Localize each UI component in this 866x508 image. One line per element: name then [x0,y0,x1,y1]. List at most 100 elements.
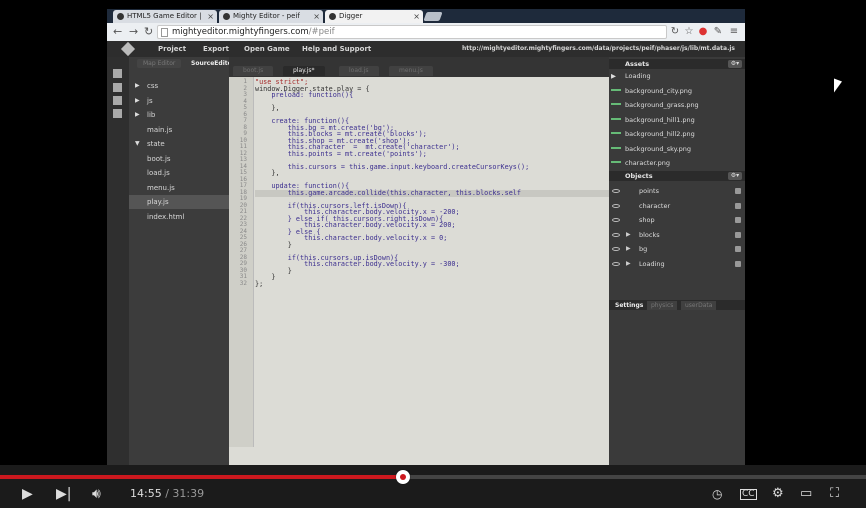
asset-item[interactable]: character.png [609,156,737,171]
play-icon[interactable]: ▶ [22,486,33,502]
collapsed-arrow-icon[interactable]: ▶ [135,108,140,122]
file-icon[interactable] [113,83,122,92]
volume-icon[interactable]: 🔊︎ [92,486,101,502]
file-tree-item[interactable]: menu.js [129,181,229,195]
tool-icon[interactable]: ✎ [712,26,724,38]
file-tree-item[interactable]: index.html [129,210,229,224]
tab-userdata[interactable]: userData [681,301,717,310]
asset-item[interactable]: ▶ Loading [609,69,737,84]
group-arrow-icon[interactable]: ▶ [626,257,631,272]
menu-export[interactable]: Export [203,41,229,57]
browser-tab-2[interactable]: Mighty Editor - peif × [219,10,323,23]
asset-item[interactable]: background_hill2.png [609,127,737,142]
watch-later-icon[interactable]: ◷ [712,486,722,502]
code-line[interactable]: preload: function(){ [255,91,353,98]
menu-help-support[interactable]: Help and Support [302,41,371,57]
group-arrow-icon[interactable]: ▶ [626,242,631,257]
scrubber-handle[interactable] [396,470,410,484]
close-tab-icon[interactable]: × [207,10,214,23]
fullscreen-icon[interactable]: ⛶ [830,486,839,502]
code-line[interactable]: this.cursors = this.game.input.keyboard.… [255,163,529,170]
current-time: 14:55 [130,487,162,500]
captions-icon[interactable]: CC [740,489,757,500]
sync-icon[interactable]: ↻ [669,26,681,38]
tab-menu-js[interactable]: menu.js [389,66,433,76]
file-tree-item[interactable]: ▶ js [129,94,229,108]
visibility-eye-icon[interactable] [612,203,620,208]
file-tree-item[interactable]: play.js [129,195,229,209]
asset-item[interactable]: background_sky.png [609,142,737,157]
object-row[interactable]: ▶ bg [609,242,745,257]
file-tree-item[interactable]: boot.js [129,152,229,166]
close-tab-icon[interactable]: × [313,10,320,23]
group-arrow-icon[interactable]: ▶ [626,228,631,243]
file-tree-item[interactable]: ▼ state [129,137,229,151]
next-icon[interactable]: ▶| [56,486,71,502]
object-label: blocks [639,230,660,239]
browser-tab-1[interactable]: HTML5 Game Editor | × [113,10,217,23]
settings-gear-icon[interactable]: ⚙ [772,486,784,502]
code-line[interactable]: this.points = mt.create('points'); [255,150,427,157]
visibility-eye-icon[interactable] [612,232,620,237]
tab-settings[interactable]: Settings [611,301,648,310]
lock-icon[interactable] [735,246,741,252]
asset-item[interactable]: background_city.png [609,84,737,99]
assets-gear-icon[interactable]: ⚙▾ [728,60,742,68]
reload-icon[interactable]: ↻ [144,25,153,39]
back-icon[interactable]: ← [113,25,122,39]
opera-icon[interactable]: ● [697,26,709,38]
object-row[interactable]: shop [609,213,745,228]
menu-open-game[interactable]: Open Game [244,41,290,57]
url-input[interactable]: mightyeditor.mightyfingers.com/#peif [157,25,667,39]
theater-mode-icon[interactable]: ▭ [800,486,812,502]
asset-thumbnail-icon [611,88,621,91]
lock-icon[interactable] [735,231,741,238]
visibility-eye-icon[interactable] [612,247,620,251]
lock-icon[interactable] [735,188,741,194]
current-file-path: http://mightyeditor.mightyfingers.com/da… [462,45,735,52]
address-bar: ← → ↻ mightyeditor.mightyfingers.com/#pe… [107,23,745,41]
collapsed-arrow-icon[interactable]: ▶ [135,94,140,108]
menu-icon[interactable]: ≡ [728,26,740,38]
object-row[interactable]: ▶ Loading [609,257,745,272]
objects-gear-icon[interactable]: ⚙▾ [728,172,742,180]
code-line[interactable]: }, [255,169,279,176]
code-editor[interactable]: boot.js play.js* load.js menu.js 1234567… [229,57,609,465]
file-tree-item[interactable]: main.js [129,123,229,137]
visibility-eye-icon[interactable] [612,189,620,193]
asset-item[interactable]: background_hill1.png [609,113,737,128]
code-line[interactable]: }, [255,104,279,111]
asset-item[interactable]: background_grass.png [609,98,737,113]
browser-tab-3[interactable]: Digger × [325,10,423,23]
code-line[interactable]: } [255,241,292,248]
menu-project[interactable]: Project [158,41,186,57]
file-tree-item[interactable]: load.js [129,166,229,180]
object-row[interactable]: points [609,184,745,199]
file-tree-item[interactable]: ▶ lib [129,108,229,122]
star-icon[interactable]: ☆ [683,26,695,38]
object-row[interactable]: character [609,199,745,214]
close-tab-icon[interactable]: × [413,10,420,23]
lock-icon[interactable] [735,202,741,209]
visibility-eye-icon[interactable] [612,261,620,266]
save-icon[interactable] [113,96,122,105]
new-file-icon[interactable] [113,69,122,78]
file-tree-item[interactable]: ▶ css [129,79,229,93]
visibility-eye-icon[interactable] [612,218,620,222]
code-line[interactable]: this.game.arcade.collide(this.character,… [255,189,521,196]
code-line[interactable]: }; [255,280,263,287]
tab-play-js[interactable]: play.js* [283,66,325,76]
tab-load-js[interactable]: load.js [339,66,379,76]
tab-physics[interactable]: physics [647,301,678,310]
lock-icon[interactable] [735,260,741,267]
object-row[interactable]: ▶ blocks [609,228,745,243]
new-tab-button[interactable] [423,12,443,21]
tab-map-editor[interactable]: Map Editor [137,59,182,68]
forward-icon[interactable]: → [129,25,138,39]
editor-tabs: boot.js play.js* load.js menu.js [229,57,609,77]
expanded-arrow-icon[interactable]: ▼ [135,137,140,151]
tab-boot-js[interactable]: boot.js [233,66,274,76]
collapsed-arrow-icon[interactable]: ▶ [135,79,140,93]
lock-icon[interactable] [735,217,741,223]
trash-icon[interactable] [113,109,122,118]
